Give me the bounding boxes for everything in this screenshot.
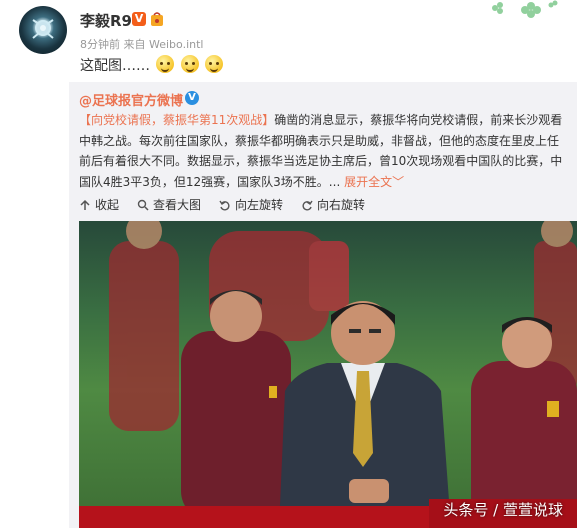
- rotate-right-button[interactable]: 向右旋转: [301, 196, 365, 213]
- collapse-icon: [80, 199, 90, 210]
- bag-icon: [151, 12, 163, 26]
- repost-tag[interactable]: 【向党校请假，蔡振华第11次观战】: [79, 113, 274, 127]
- v-badge-icon: V: [132, 12, 146, 26]
- photo-watermark: 头条号 / 萱萱说球: [443, 501, 563, 519]
- magnifier-icon: [137, 199, 149, 211]
- rotate-left-label: 向左旋转: [235, 198, 284, 212]
- chevron-down-icon[interactable]: ﹀: [392, 175, 404, 189]
- clover-decoration-icon: [492, 0, 558, 18]
- emoji-icon: [205, 55, 224, 73]
- rotate-left-button[interactable]: 向左旋转: [219, 196, 283, 213]
- view-large-button[interactable]: 查看大图: [137, 196, 201, 213]
- rotate-right-icon: [302, 200, 313, 211]
- photo-illustration: [79, 221, 577, 528]
- avatar[interactable]: [19, 6, 67, 54]
- post-text-content: 这配图……: [80, 58, 150, 74]
- repost-card: @足球报官方微博 V 【向党校请假，蔡振华第11次观战】确凿的消息显示，蔡振华将…: [69, 82, 577, 528]
- repost-body: 【向党校请假，蔡振华第11次观战】确凿的消息显示，蔡振华将向党校请假，前来长沙观…: [79, 110, 569, 192]
- repost-photo[interactable]: 头条号 / 萱萱说球: [79, 221, 577, 528]
- collapse-button[interactable]: 收起: [79, 196, 119, 213]
- collapse-label: 收起: [95, 198, 120, 212]
- blue-v-icon: V: [185, 91, 199, 105]
- view-large-label: 查看大图: [153, 198, 202, 212]
- emoji-icon: [180, 55, 199, 73]
- rotate-right-label: 向右旋转: [317, 198, 366, 212]
- post-meta: 8分钟前 来自 Weibo.intl: [80, 38, 204, 51]
- rotate-left-icon: [219, 200, 230, 211]
- post-text: 这配图……: [80, 55, 224, 75]
- emoji-icon: [156, 55, 175, 73]
- username[interactable]: 李毅R9: [80, 10, 132, 31]
- avatar-image: [32, 19, 54, 39]
- repost-author-link[interactable]: @足球报官方微博: [79, 90, 183, 109]
- expand-link[interactable]: 展开全文: [344, 175, 392, 189]
